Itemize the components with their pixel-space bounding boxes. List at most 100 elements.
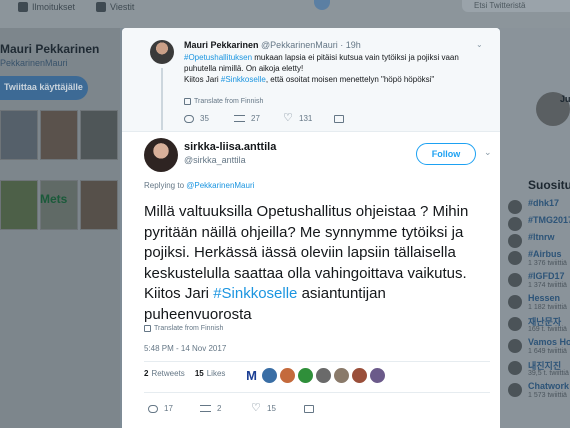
avatar[interactable]: [150, 40, 174, 64]
reply-button[interactable]: 35: [184, 114, 234, 123]
trend-item[interactable]: Chatwork: [528, 381, 569, 391]
liker-avatar[interactable]: [298, 368, 313, 383]
tweet-actions: 17 2 15: [148, 401, 356, 414]
trend-item[interactable]: #dhk17: [528, 198, 559, 208]
retweets-stat[interactable]: 2 Retweets: [144, 369, 185, 378]
profile-photo[interactable]: [40, 110, 78, 160]
globe-icon: [144, 325, 151, 332]
translate-link[interactable]: Translate from Finnish: [144, 325, 223, 332]
liker-avatar[interactable]: [370, 368, 385, 383]
trend-count: 39,5 t. twiittiä: [528, 370, 569, 377]
parent-tweet[interactable]: Mauri Pekkarinen @PekkarinenMauri · 19h …: [122, 28, 500, 132]
like-button[interactable]: 131: [283, 111, 334, 124]
trend-avatar: [508, 200, 522, 214]
top-navigation: Ilmoitukset Viestit Etsi Twitteristä: [0, 0, 570, 28]
trend-item[interactable]: #ltnrw: [528, 232, 555, 242]
twitter-bird-icon[interactable]: [314, 0, 330, 10]
replying-to-link[interactable]: @PekkarinenMauri: [186, 181, 254, 190]
like-count: 131: [299, 114, 313, 123]
chevron-down-icon[interactable]: ⌄: [476, 40, 483, 49]
reply-count: 35: [200, 114, 209, 123]
likes-stat-label: Likes: [206, 369, 226, 378]
trend-item[interactable]: #TMG2017: [528, 215, 570, 225]
liker-avatar[interactable]: M: [244, 368, 259, 383]
hashtag-link[interactable]: #Sinkkoselle: [221, 75, 266, 84]
nav-messages-label: Viestit: [110, 2, 135, 12]
tweet-stats: 2 Retweets 15 Likes: [144, 369, 225, 378]
profile-name: Mauri Pekkarinen: [0, 42, 100, 56]
reply-icon: [148, 404, 158, 413]
parent-time[interactable]: · 19h: [340, 40, 361, 50]
retweet-button[interactable]: 2: [200, 404, 252, 413]
trends-header: Suositu: [528, 178, 570, 192]
trend-avatar: [508, 251, 522, 265]
nav-messages[interactable]: Viestit: [96, 0, 134, 14]
search-input[interactable]: Etsi Twitteristä: [462, 0, 570, 12]
heart-icon: [251, 401, 261, 414]
trend-avatar: [508, 339, 522, 353]
trend-avatar: [508, 273, 522, 287]
profile-photo[interactable]: [80, 110, 118, 160]
parent-author-name: Mauri Pekkarinen: [184, 40, 259, 50]
liker-avatar[interactable]: [352, 368, 367, 383]
author-name[interactable]: sirkka-liisa.anttila: [184, 141, 276, 153]
parent-tweet-text: #Opetushallituksen mukaan lapsia ei pitä…: [184, 52, 484, 85]
profile-photo[interactable]: [0, 110, 38, 160]
tweet-to-button[interactable]: Twiittaa käyttäjälle: [0, 76, 88, 100]
likes-stat-count: 15: [194, 369, 204, 378]
follow-button[interactable]: Follow: [416, 143, 476, 165]
right-sidebar: Ju Suositu #dhk17 #TMG2017 #ltnrw #Airbus 1 …: [500, 28, 570, 428]
hashtag-link[interactable]: #Sinkkoselle: [213, 285, 297, 302]
trend-count: 1 573 twiittiä: [528, 392, 567, 399]
parent-text-part: , että osoitat moisen menettelyn "höpö h…: [265, 75, 435, 84]
heart-icon: [283, 111, 293, 124]
avatar[interactable]: [144, 138, 178, 172]
likes-stat[interactable]: 15 Likes: [195, 369, 226, 378]
trend-count: 169 t. twiittiä: [528, 326, 567, 333]
profile-handle[interactable]: PekkarinenMauri: [0, 58, 68, 68]
dm-button[interactable]: [304, 404, 356, 413]
like-button[interactable]: 15: [251, 401, 304, 414]
trend-count: 1 374 twiittiä: [528, 282, 567, 289]
liker-avatar[interactable]: [334, 368, 349, 383]
retweet-button[interactable]: 27: [234, 114, 284, 123]
dm-button[interactable]: [334, 114, 384, 123]
reply-button[interactable]: 17: [148, 404, 200, 413]
trend-avatar: [508, 361, 522, 375]
trend-avatar: [508, 383, 522, 397]
replying-prefix: Replying to: [144, 181, 187, 190]
retweet-count: 2: [217, 404, 222, 413]
tweet-timestamp[interactable]: 5:48 PM - 14 Nov 2017: [144, 344, 226, 353]
trend-avatar: [508, 295, 522, 309]
translate-link[interactable]: Translate from Finnish: [184, 98, 263, 105]
chevron-down-icon[interactable]: ⌄: [484, 147, 492, 158]
tweet-text: Millä valtuuksilla Opetushallitus ohjeis…: [144, 202, 490, 325]
like-count: 15: [267, 404, 276, 413]
retweet-icon: [200, 405, 211, 412]
globe-icon: [184, 98, 191, 105]
liker-avatar[interactable]: [262, 368, 277, 383]
nav-notifications[interactable]: Ilmoitukset: [18, 0, 75, 14]
hashtag-link[interactable]: #Opetushallituksen: [184, 53, 252, 62]
trend-item[interactable]: #Airbus: [528, 249, 562, 259]
trend-item[interactable]: #IGFD17: [528, 271, 565, 281]
mail-icon: [96, 2, 106, 12]
divider: [144, 392, 490, 393]
replying-to: Replying to @PekkarinenMauri: [144, 181, 254, 190]
profile-photo[interactable]: [0, 180, 38, 230]
likers-avatars: M: [244, 368, 385, 383]
trend-item[interactable]: Vamos Ho: [528, 337, 570, 347]
parent-actions: 35 27 131: [184, 111, 384, 124]
profile-photo[interactable]: [80, 180, 118, 230]
liker-avatar[interactable]: [316, 368, 331, 383]
liker-avatar[interactable]: [280, 368, 295, 383]
nav-notifications-label: Ilmoitukset: [32, 2, 76, 12]
trend-item[interactable]: Hessen: [528, 293, 560, 303]
retweets-stat-count: 2: [144, 369, 149, 378]
trend-avatar: [508, 234, 522, 248]
envelope-icon: [334, 114, 344, 123]
parent-author[interactable]: Mauri Pekkarinen @PekkarinenMauri · 19h: [184, 40, 361, 50]
author-handle[interactable]: @sirkka_anttila: [184, 155, 246, 165]
reply-count: 17: [164, 404, 173, 413]
trend-count: 1 376 twiittiä: [528, 260, 567, 267]
